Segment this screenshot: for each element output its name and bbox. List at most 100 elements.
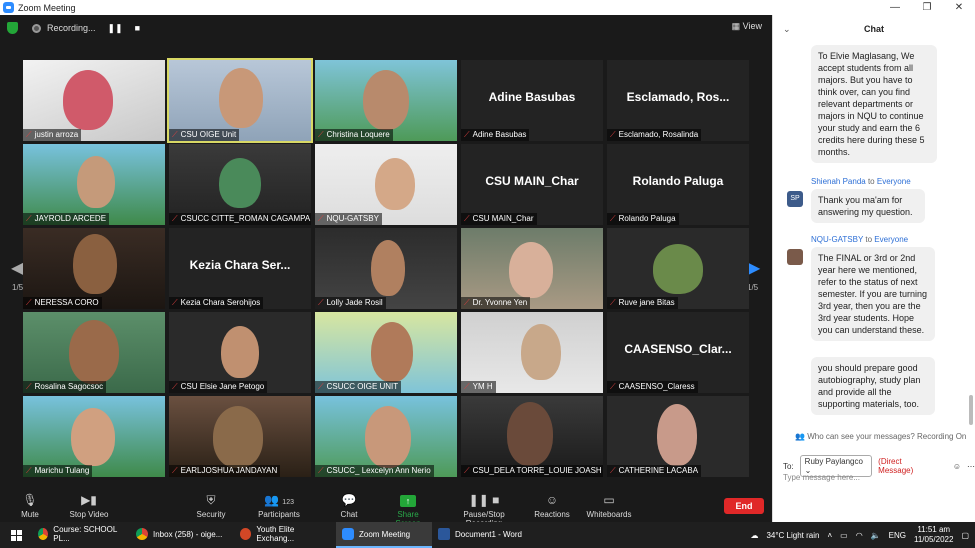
more-options-icon[interactable]: ⋯ (967, 462, 975, 471)
muted-microphone-icon: ⟋ (26, 382, 32, 391)
participant-tile[interactable]: ⟋ JAYROLD ARCEDE (23, 144, 165, 225)
mute-button[interactable]: 🎙 Mute (14, 490, 46, 519)
notifications-icon[interactable]: ▢ (961, 531, 969, 540)
participant-tile[interactable]: ⟋ EARLJOSHUA JANDAYAN (169, 396, 311, 477)
who-can-see-link[interactable]: 👥 Who can see your messages? Recording O… (795, 432, 966, 441)
muted-microphone-icon: ⟋ (318, 382, 324, 391)
clock-time: 11:51 am (917, 525, 951, 534)
page-indicator-left: 1/5 (12, 283, 24, 292)
wifi-icon[interactable]: ◠ (856, 531, 863, 540)
chat-button[interactable]: 💬 Chat (336, 490, 362, 519)
participant-tile[interactable]: ⟋ CSUCC OIGE UNIT (315, 312, 457, 393)
windows-start-button[interactable] (0, 522, 32, 548)
participant-tile[interactable]: ⟋ CSU OIGE Unit (167, 58, 313, 143)
taskbar-item-zoom[interactable]: Zoom Meeting (336, 522, 432, 548)
muted-microphone-icon: ⟋ (464, 382, 470, 391)
participant-name-label: ⟋ YM H (461, 381, 496, 393)
chevron-up-icon[interactable]: ˄ (827, 531, 832, 540)
participant-tile[interactable]: ⟋ Dr. Yvonne Yen (461, 228, 603, 309)
chat-panel: ⌄ Chat To Elvie Maglasang, We accept stu… (772, 15, 975, 522)
participant-tile[interactable]: CSU MAIN_Char ⟋ CSU MAIN_Char (461, 144, 603, 225)
participant-tile[interactable]: ⟋ Lolly Jade Rosil (315, 228, 457, 309)
participant-tile[interactable]: Esclamado, Ros... ⟋ Esclamado, Rosalinda (607, 60, 749, 141)
speaker-icon[interactable]: 🔈 (871, 531, 881, 540)
stop-video-button[interactable]: ▶▮ Stop Video (64, 490, 114, 519)
view-button[interactable]: ▦ View (732, 21, 762, 32)
participant-name: CSU MAIN_Char (472, 214, 534, 223)
participant-tile[interactable]: ⟋ NQU-GATSBY (315, 144, 457, 225)
participant-tile[interactable]: ⟋ Marichu Tulang (23, 396, 165, 477)
avatar (787, 249, 803, 265)
weather-label[interactable]: 34°C Light rain (766, 531, 819, 540)
participant-tile[interactable]: ⟋ CSU Elsie Jane Petogo (169, 312, 311, 393)
minimize-button[interactable]: — (879, 0, 911, 15)
pause-recording-button[interactable]: ❚❚ (108, 23, 123, 34)
participant-tile[interactable]: Rolando Paluga ⟋ Rolando Paluga (607, 144, 749, 225)
who-can-see-label: Who can see your messages? Recording On (807, 432, 967, 441)
reactions-button[interactable]: ☺ Reactions (533, 490, 571, 519)
participant-tile[interactable]: Adine Basubas ⟋ Adine Basubas (461, 60, 603, 141)
participant-tile[interactable]: CAASENSO_Clar... ⟋ CAASENSO_Claress (607, 312, 749, 393)
participant-tile[interactable]: ⟋ Rosalina Sagocsoc (23, 312, 165, 393)
participant-person (219, 68, 263, 128)
whiteboards-label: Whiteboards (586, 510, 632, 519)
shield-icon: ⛨ (206, 493, 216, 507)
participant-name-label: ⟋ CSUCC OIGE UNIT (315, 381, 402, 393)
participant-tile[interactable]: ⟋ CSUCC CITTE_ROMAN CAGAMPA... (169, 144, 311, 225)
grid-view-icon: ▦ (731, 21, 743, 31)
security-shield-icon[interactable] (7, 22, 18, 34)
taskbar-item-inbox[interactable]: Inbox (258) - oige... (130, 522, 234, 548)
muted-microphone-icon: ⟋ (610, 466, 616, 475)
security-label: Security (196, 510, 226, 519)
participant-tile[interactable]: ⟋ YM H (461, 312, 603, 393)
chat-sender-line: NQU-GATSBY to Everyone (811, 235, 908, 244)
participant-tile[interactable]: ⟋ justin arroza (23, 60, 165, 141)
participant-name: CSU OIGE Unit (180, 130, 237, 139)
to-label: To: (783, 461, 794, 471)
chevron-down-icon[interactable]: ⌄ (783, 15, 791, 43)
participant-tile[interactable]: ⟋ Ruve jane Bitas (607, 228, 749, 309)
clock[interactable]: 11:51 am 11/05/2022 (914, 525, 953, 545)
maximize-button[interactable]: ❐ (911, 0, 943, 15)
chat-message: To Elvie Maglasang, We accept students f… (811, 45, 937, 163)
direct-message-label: (Direct Message) (878, 457, 914, 475)
participant-name-label: ⟋ CSU Elsie Jane Petogo (169, 381, 268, 393)
close-button[interactable]: ✕ (943, 0, 975, 15)
participant-person (77, 156, 115, 208)
next-page-arrow-icon[interactable]: ▶ (748, 258, 760, 278)
participant-person (73, 234, 117, 294)
participant-name-label: ⟋ NQU-GATSBY (315, 213, 382, 225)
taskbar-item-label: Zoom Meeting (359, 529, 411, 539)
participants-button[interactable]: 👥 123 Participants (255, 490, 303, 519)
battery-icon[interactable]: ▭ (840, 531, 848, 540)
emoji-icon[interactable]: ☺ (953, 462, 961, 471)
taskbar-item-powerpoint[interactable]: Youth Elite Exchang... (234, 522, 336, 548)
participant-tile[interactable]: ⟋ CSU_DELA TORRE_LOUIE JOASH (461, 396, 603, 477)
to-word: to (865, 235, 873, 244)
participant-name-label: ⟋ Marichu Tulang (23, 465, 93, 477)
pause-stop-icon: ❚❚ ■ (468, 493, 500, 507)
participant-name: CSU_DELA TORRE_LOUIE JOASH (472, 466, 602, 475)
participant-tile[interactable]: ⟋ CATHERINE LACABA (607, 396, 749, 477)
chat-message-input[interactable]: Type message here... (783, 473, 860, 482)
taskbar-item-word[interactable]: Document1 - Word (432, 522, 530, 548)
taskbar-item-chrome[interactable]: Course: SCHOOL PL... (32, 522, 130, 548)
participant-name-label: ⟋ Lolly Jade Rosil (315, 297, 386, 309)
chat-scrollbar[interactable] (969, 395, 973, 425)
language-indicator[interactable]: ENG (889, 531, 906, 540)
participant-tile[interactable]: Kezia Chara Ser... ⟋ Kezia Chara Serohijos (169, 228, 311, 309)
whiteboards-button[interactable]: ▭ Whiteboards (585, 490, 633, 519)
participant-person (509, 242, 553, 298)
security-button[interactable]: ⛨ Security (193, 490, 229, 519)
muted-microphone-icon: ⟋ (172, 214, 178, 223)
windows-taskbar: Course: SCHOOL PL... Inbox (258) - oige.… (0, 522, 975, 548)
participant-tile[interactable]: ⟋ NERESSA CORO (23, 228, 165, 309)
meeting-area: Recording... ❚❚ ■ ▦ View ◀ 1/5 ▶ 1/5 ⟋ ju… (0, 15, 772, 490)
previous-page-arrow-icon[interactable]: ◀ (11, 258, 23, 278)
participant-tile[interactable]: ⟋ Christina Loquere (315, 60, 457, 141)
end-meeting-button[interactable]: End (724, 498, 764, 514)
chrome-icon (136, 528, 148, 540)
stop-recording-button[interactable]: ■ (135, 23, 140, 33)
participant-tile[interactable]: ⟋ CSUCC_ Lexcelyn Ann Nerio (315, 396, 457, 477)
participant-person (363, 70, 409, 130)
